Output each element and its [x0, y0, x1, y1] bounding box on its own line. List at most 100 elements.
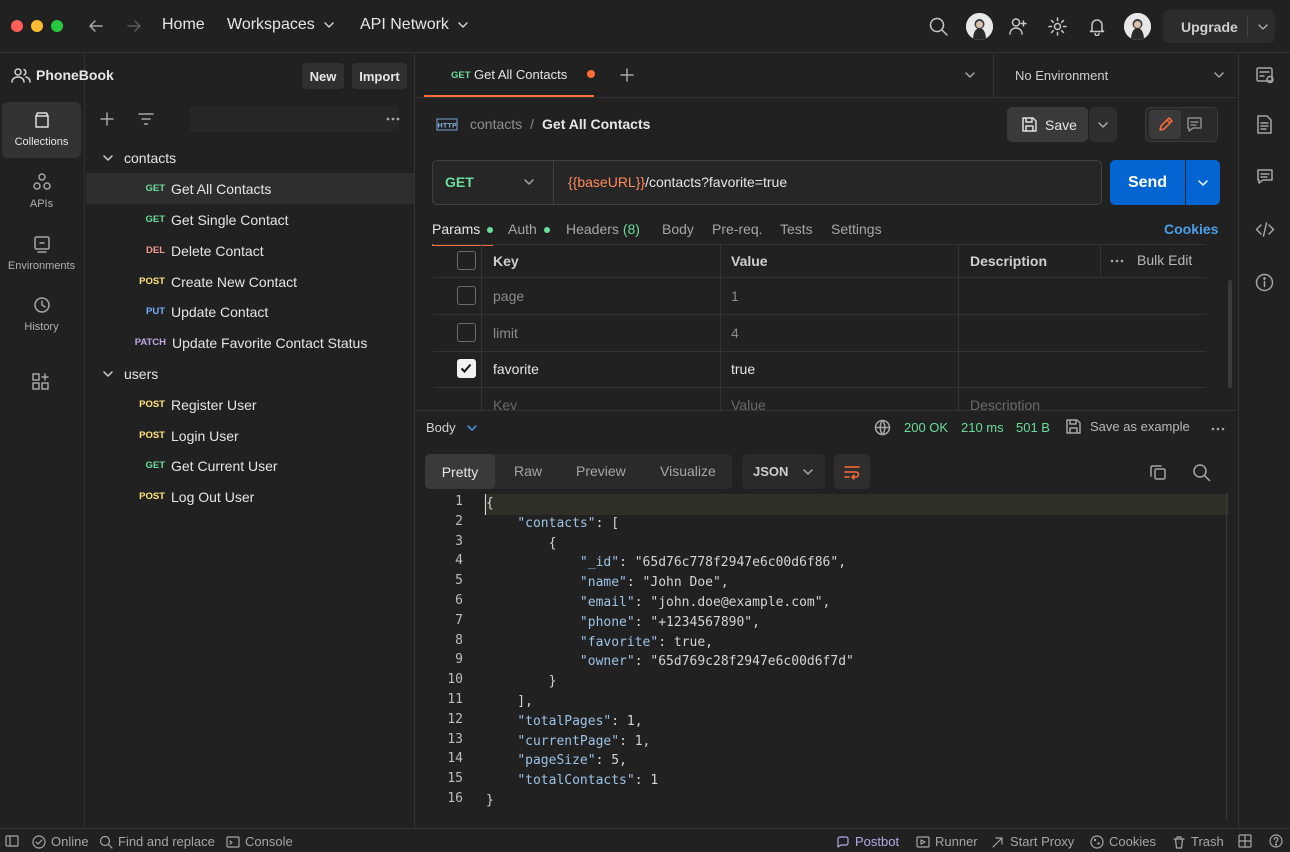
new-button[interactable]: New [302, 63, 344, 89]
postbot-button[interactable]: Postbot [836, 834, 899, 849]
view-visualize[interactable]: Visualize [660, 463, 716, 479]
wrap-lines-button[interactable] [834, 454, 870, 489]
breadcrumb-folder[interactable]: contacts [470, 116, 522, 132]
row-checkbox-checked[interactable] [457, 359, 476, 378]
tab-params[interactable]: Params [432, 221, 494, 246]
response-body-code[interactable]: 1 {2 "contacts": [3 {4 "_id": "65d76c778f… [416, 493, 1229, 819]
more-options-icon[interactable] [385, 111, 401, 127]
upgrade-button[interactable]: Upgrade [1163, 10, 1275, 43]
select-all-checkbox[interactable] [457, 251, 476, 270]
view-raw[interactable]: Raw [514, 463, 542, 479]
bulk-edit-link[interactable]: Bulk Edit [1137, 252, 1192, 268]
send-options-button[interactable] [1186, 160, 1220, 205]
workspaces-menu[interactable]: Workspaces [227, 16, 335, 34]
folder-contacts[interactable]: contacts [86, 142, 414, 173]
param-value[interactable]: true [731, 361, 755, 377]
documentation-icon[interactable] [1256, 115, 1273, 134]
code-snippet-icon[interactable] [1255, 221, 1275, 238]
rail-environments[interactable]: Environments [2, 226, 81, 282]
request-get-current-user[interactable]: GET Get Current User [86, 450, 414, 481]
save-options-button[interactable] [1089, 107, 1117, 142]
row-checkbox[interactable] [457, 323, 476, 342]
online-status[interactable]: Online [32, 834, 89, 849]
request-delete-contact[interactable]: DEL Delete Contact [86, 235, 414, 266]
param-key[interactable]: favorite [493, 361, 539, 377]
tab-prereq[interactable]: Pre-req. [712, 221, 763, 237]
response-body-selector[interactable]: Body [426, 420, 478, 435]
user-avatar[interactable] [1124, 13, 1151, 40]
invite-user-icon[interactable] [1008, 16, 1028, 36]
tab-settings[interactable]: Settings [831, 221, 882, 237]
request-log-out-user[interactable]: POST Log Out User [86, 481, 414, 512]
trash-button[interactable]: Trash [1172, 834, 1224, 849]
request-register-user[interactable]: POST Register User [86, 389, 414, 420]
response-status[interactable]: 200 OK [904, 420, 948, 435]
request-get-single-contact[interactable]: GET Get Single Contact [86, 204, 414, 235]
response-size[interactable]: 501 B [1016, 420, 1050, 435]
view-pretty[interactable]: Pretty [425, 454, 495, 489]
gear-icon[interactable] [1047, 16, 1068, 37]
info-icon[interactable] [1255, 273, 1274, 292]
search-collections-input[interactable] [189, 106, 399, 132]
view-preview[interactable]: Preview [576, 463, 626, 479]
url-input[interactable]: {{baseURL}}/contacts?favorite=true [568, 174, 787, 190]
rail-apis[interactable]: APIs [2, 164, 81, 220]
tab-tests[interactable]: Tests [780, 221, 813, 237]
help-icon[interactable] [1269, 834, 1283, 848]
environment-quick-look-icon[interactable] [1256, 67, 1275, 84]
filter-icon[interactable] [137, 111, 155, 127]
comments-icon[interactable] [1256, 168, 1274, 186]
new-value-placeholder[interactable]: Value [731, 397, 766, 410]
globe-icon[interactable] [874, 419, 891, 436]
console-button[interactable]: Console [226, 834, 293, 849]
edit-mode-button[interactable] [1149, 110, 1181, 139]
find-replace-button[interactable]: Find and replace [99, 834, 215, 849]
search-icon[interactable] [1192, 463, 1211, 482]
import-button[interactable]: Import [352, 63, 407, 89]
comment-mode-icon[interactable] [1186, 116, 1203, 133]
chevron-down-icon[interactable] [1257, 21, 1269, 33]
param-value[interactable]: 1 [731, 288, 739, 304]
save-as-example-button[interactable]: Save as example [1065, 418, 1190, 435]
close-window-button[interactable] [11, 20, 23, 32]
cookies-link[interactable]: Cookies [1164, 221, 1218, 237]
home-link[interactable]: Home [162, 16, 205, 34]
tab-auth[interactable]: Auth [508, 221, 550, 237]
request-update-favorite-status[interactable]: PATCH Update Favorite Contact Status [86, 327, 414, 358]
tabs-dropdown-chevron-icon[interactable] [964, 69, 976, 81]
more-options-icon[interactable] [1210, 421, 1226, 437]
api-network-menu[interactable]: API Network [360, 16, 469, 34]
maximize-window-button[interactable] [51, 20, 63, 32]
team-avatar[interactable] [966, 13, 993, 40]
tab-body[interactable]: Body [662, 221, 694, 237]
folder-users[interactable]: users [86, 358, 414, 389]
rail-collections[interactable]: Collections [2, 102, 81, 158]
back-arrow-icon[interactable] [87, 17, 105, 35]
params-scrollbar[interactable] [1228, 280, 1232, 388]
param-value[interactable]: 4 [731, 325, 739, 341]
cookies-button[interactable]: Cookies [1090, 834, 1156, 849]
start-proxy-button[interactable]: Start Proxy [991, 834, 1074, 849]
request-get-all-contacts[interactable]: GET Get All Contacts [86, 173, 414, 204]
rail-history[interactable]: History [2, 287, 81, 343]
tab-get-all-contacts[interactable]: GET Get All Contacts [424, 54, 595, 97]
method-select[interactable]: GET [433, 161, 554, 204]
bell-icon[interactable] [1087, 16, 1107, 36]
tab-headers[interactable]: Headers (8) [566, 221, 640, 237]
search-icon[interactable] [928, 16, 949, 37]
minimize-window-button[interactable] [31, 20, 43, 32]
add-widgets-icon[interactable] [31, 372, 51, 392]
runner-button[interactable]: Runner [916, 834, 978, 849]
save-button[interactable]: Save [1007, 107, 1088, 142]
layout-icon[interactable] [1238, 834, 1252, 848]
request-update-contact[interactable]: PUT Update Contact [86, 296, 414, 327]
row-checkbox[interactable] [457, 286, 476, 305]
param-key[interactable]: page [493, 288, 524, 304]
format-select[interactable]: JSON [742, 454, 825, 489]
param-key[interactable]: limit [493, 325, 518, 341]
send-button[interactable]: Send [1110, 160, 1185, 205]
add-collection-icon[interactable] [99, 111, 115, 127]
request-create-new-contact[interactable]: POST Create New Contact [86, 266, 414, 297]
toggle-sidebar-icon[interactable] [5, 834, 19, 848]
response-time[interactable]: 210 ms [961, 420, 1004, 435]
